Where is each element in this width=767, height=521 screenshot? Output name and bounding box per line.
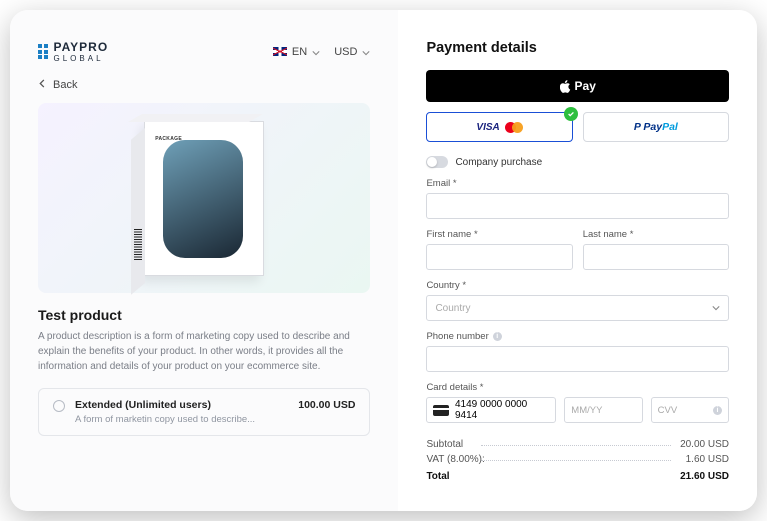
- card-cvv-input[interactable]: CVVi: [651, 397, 729, 423]
- card-icon: [433, 405, 449, 416]
- chevron-down-icon: [712, 304, 720, 312]
- card-details-label: Card details *: [426, 382, 729, 393]
- logo-text: PAYPRO: [54, 40, 109, 54]
- logo-subtext: GLOBAL: [54, 54, 109, 63]
- email-input[interactable]: [426, 193, 729, 219]
- info-icon: i: [493, 332, 502, 341]
- back-label: Back: [53, 79, 77, 91]
- brand-logo: PAYPRO GLOBAL: [38, 40, 108, 63]
- mastercard-logo: [505, 122, 523, 133]
- chevron-left-icon: [38, 79, 47, 91]
- card-expiry-input[interactable]: MM/YY: [564, 397, 642, 423]
- flag-icon: [273, 47, 287, 56]
- card-number-input[interactable]: 4149 0000 0000 9414: [426, 397, 556, 423]
- subtotal-label: Subtotal: [426, 439, 463, 450]
- license-option[interactable]: Extended (Unlimited users) A form of mar…: [38, 388, 370, 436]
- check-icon: [564, 107, 578, 121]
- visa-logo: VISA: [476, 122, 499, 133]
- product-description: A product description is a form of marke…: [38, 329, 370, 374]
- firstname-input[interactable]: [426, 244, 572, 270]
- currency-selector[interactable]: USD: [334, 46, 370, 58]
- product-image: PACKAGE: [38, 103, 370, 293]
- total-value: 21.60 USD: [680, 471, 729, 482]
- info-icon: i: [713, 406, 722, 415]
- company-purchase-toggle[interactable]: [426, 156, 448, 168]
- country-label: Country *: [426, 280, 729, 291]
- payment-method-paypal[interactable]: P PayPal: [583, 112, 729, 142]
- total-label: Total: [426, 471, 449, 482]
- company-purchase-label: Company purchase: [455, 157, 542, 168]
- lastname-label: Last name *: [583, 229, 729, 240]
- subtotal-value: 20.00 USD: [680, 439, 729, 450]
- back-button[interactable]: Back: [38, 79, 370, 91]
- option-price: 100.00 USD: [298, 399, 355, 411]
- payment-method-card[interactable]: VISA: [426, 112, 572, 142]
- payment-heading: Payment details: [426, 40, 729, 56]
- firstname-label: First name *: [426, 229, 572, 240]
- chevron-down-icon: [312, 48, 320, 56]
- language-selector[interactable]: EN: [273, 46, 320, 58]
- option-title: Extended (Unlimited users): [75, 399, 288, 411]
- email-label: Email *: [426, 178, 729, 189]
- vat-label: VAT (8.00%):: [426, 454, 484, 465]
- phone-label: Phone numberi: [426, 331, 729, 342]
- paypal-logo: P PayPal: [634, 121, 678, 133]
- radio-icon: [53, 400, 65, 412]
- phone-input[interactable]: [426, 346, 729, 372]
- country-placeholder: Country: [435, 303, 470, 314]
- option-description: A form of marketin copy used to describe…: [75, 414, 288, 425]
- vat-value: 1.60 USD: [686, 454, 729, 465]
- language-label: EN: [292, 46, 307, 58]
- apple-pay-button[interactable]: Pay: [426, 70, 729, 102]
- country-select[interactable]: Country: [426, 295, 729, 321]
- card-number-value: 4149 0000 0000 9414: [455, 399, 549, 421]
- apple-pay-label: Pay: [575, 79, 596, 93]
- chevron-down-icon: [362, 48, 370, 56]
- product-title: Test product: [38, 307, 370, 323]
- apple-icon: [560, 80, 571, 93]
- lastname-input[interactable]: [583, 244, 729, 270]
- logo-icon: [38, 44, 48, 59]
- currency-label: USD: [334, 46, 357, 58]
